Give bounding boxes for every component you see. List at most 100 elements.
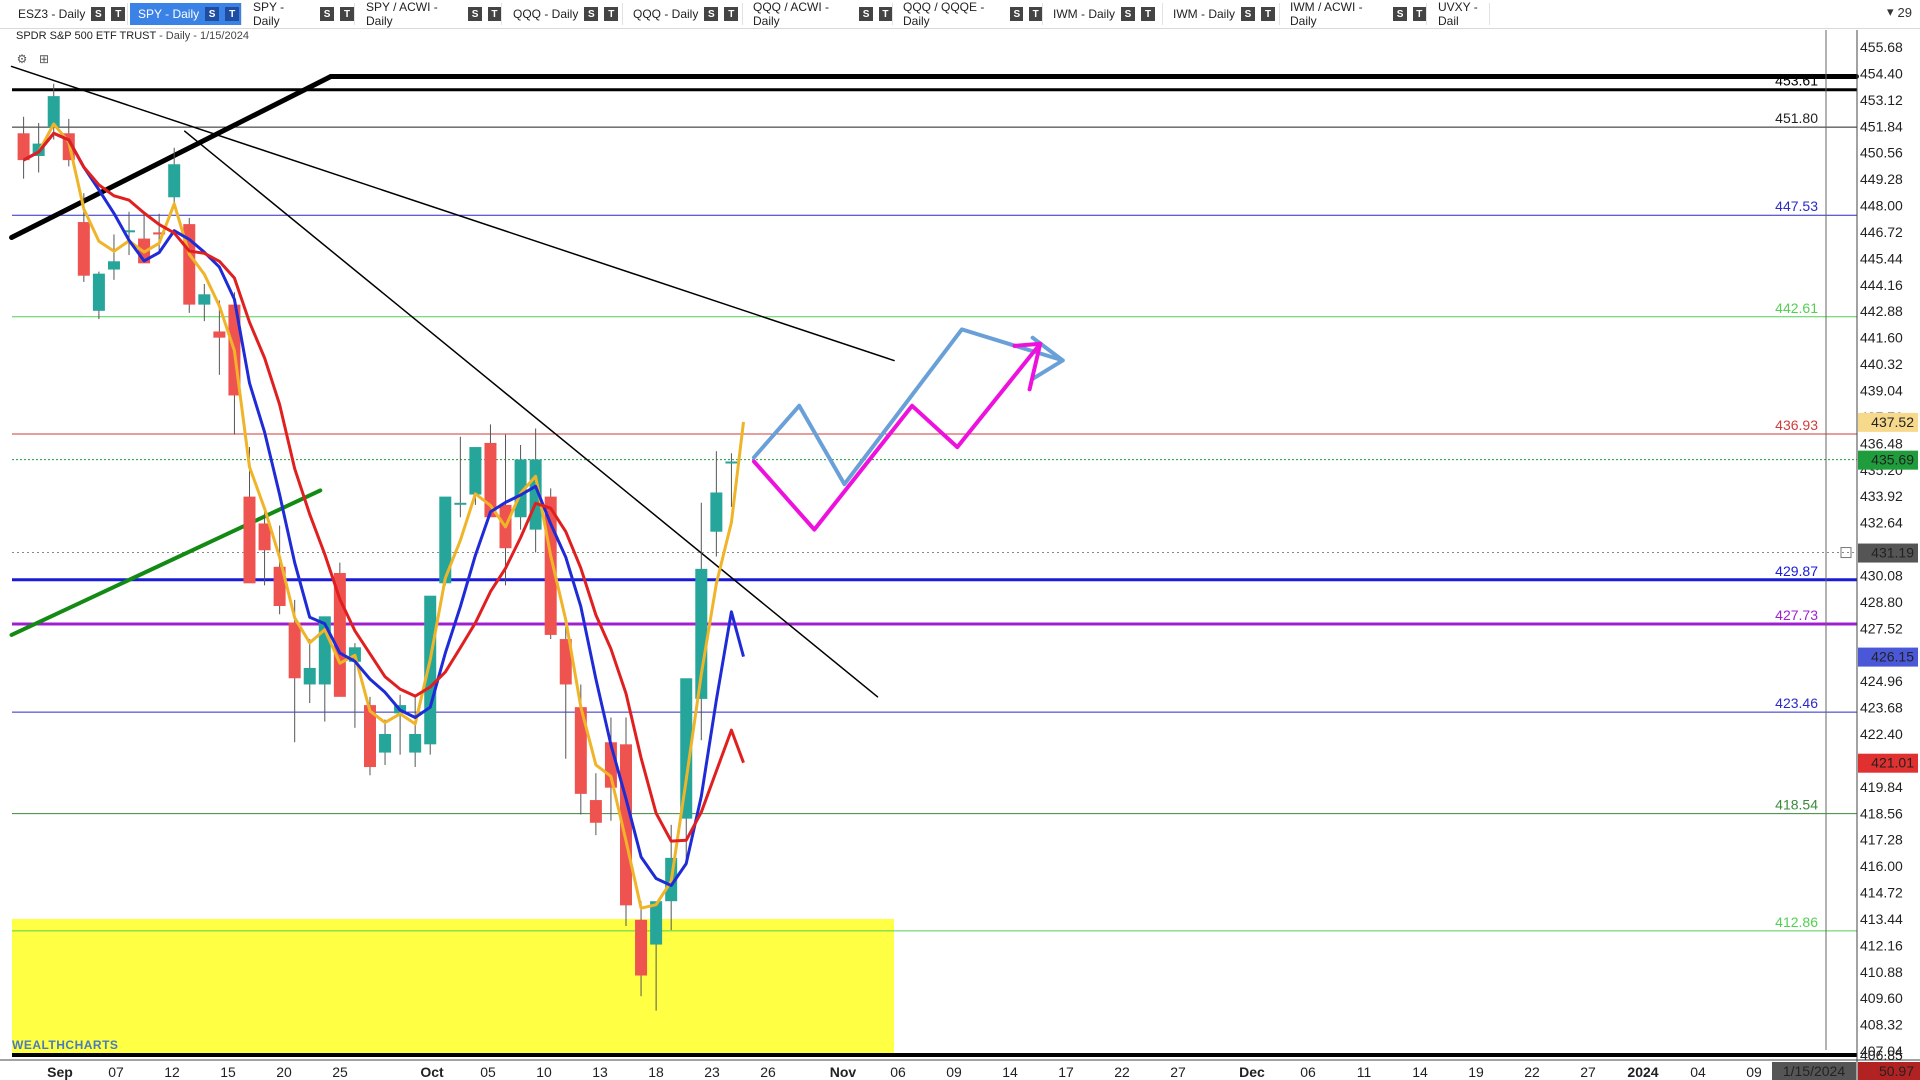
candle-body[interactable] <box>258 523 271 551</box>
wealthcharts-logo: WEALTHCHARTS <box>12 1038 119 1052</box>
price-badge-label: 431.19 <box>1871 545 1914 561</box>
date-axis-tick: 05 <box>480 1064 496 1080</box>
date-axis-tick: 27 <box>1170 1064 1186 1080</box>
candle-body[interactable] <box>47 96 60 128</box>
price-axis-tick: 433.92 <box>1860 488 1903 504</box>
price-axis-tick: 423.68 <box>1860 700 1903 716</box>
price-axis-tick: 418.56 <box>1860 805 1903 821</box>
candle-body[interactable] <box>469 447 482 495</box>
date-axis-tick: 09 <box>1746 1064 1762 1080</box>
price-axis-tick: 428.80 <box>1860 594 1903 610</box>
date-axis-tick: 04 <box>1690 1064 1706 1080</box>
price-axis-tick: 440.32 <box>1860 356 1903 372</box>
add-indicator-icon[interactable]: ⊞ <box>36 51 52 67</box>
candle-body[interactable] <box>17 133 30 161</box>
price-axis-tick: 446.72 <box>1860 224 1903 240</box>
price-axis-tick: 419.84 <box>1860 779 1903 795</box>
candle-body[interactable] <box>409 734 422 753</box>
candle-body[interactable] <box>379 734 392 753</box>
date-axis-tick: 25 <box>332 1064 348 1080</box>
price-axis-tick: 432.64 <box>1860 515 1903 531</box>
date-axis-tick: Oct <box>420 1064 444 1080</box>
candle-body[interactable] <box>243 496 256 584</box>
chart-symbol-name: SPDR S&P 500 ETF TRUST <box>16 30 156 42</box>
candle-body[interactable] <box>92 273 105 311</box>
date-axis-tick: Sep <box>47 1064 73 1080</box>
date-axis-tick: 17 <box>1058 1064 1074 1080</box>
price-badge-label: 435.69 <box>1871 452 1914 468</box>
level-label: 447.53 <box>1775 198 1818 214</box>
level-label: 442.61 <box>1775 300 1818 316</box>
price-axis-tick: 450.56 <box>1860 145 1903 161</box>
price-axis-tick: 417.28 <box>1860 832 1903 848</box>
price-axis-tick: 408.32 <box>1860 1017 1903 1033</box>
date-axis-tick: 13 <box>592 1064 608 1080</box>
date-axis-tick: 09 <box>946 1064 962 1080</box>
price-axis-tick: 412.16 <box>1860 937 1903 953</box>
date-axis-tick: 14 <box>1412 1064 1428 1080</box>
candle-body[interactable] <box>77 222 90 276</box>
settings-icon[interactable]: ⚙ <box>14 51 30 67</box>
date-axis-tick: Dec <box>1239 1064 1265 1080</box>
price-chart[interactable]: 453.61451.80447.53442.61436.93429.87427.… <box>0 0 1920 1080</box>
price-badge-label: 426.15 <box>1871 649 1914 665</box>
price-axis-tick: 449.28 <box>1860 171 1903 187</box>
price-axis-tick: 406.85 <box>1860 1047 1903 1063</box>
candle-body[interactable] <box>454 502 467 505</box>
corner-value-label: 50.97 <box>1879 1063 1914 1079</box>
date-axis-tick: 12 <box>164 1064 180 1080</box>
price-badge-label: 421.01 <box>1871 755 1914 771</box>
candle-body[interactable] <box>725 461 738 464</box>
candle-body[interactable] <box>424 595 437 745</box>
chart-title: SPDR S&P 500 ETF TRUST - Daily - 1/15/20… <box>16 30 249 42</box>
date-axis-tick: 19 <box>1468 1064 1484 1080</box>
price-axis-tick: 424.96 <box>1860 673 1903 689</box>
demand-zone <box>12 918 894 1055</box>
price-axis-tick: 441.60 <box>1860 330 1903 346</box>
date-axis-tick: 2024 <box>1627 1064 1658 1080</box>
candle-body[interactable] <box>303 667 316 685</box>
candle-body[interactable] <box>198 294 211 305</box>
date-axis-tick: 10 <box>536 1064 552 1080</box>
level-label: 423.46 <box>1775 695 1818 711</box>
price-axis-tick: 448.00 <box>1860 198 1903 214</box>
price-axis-tick: 427.52 <box>1860 620 1903 636</box>
price-axis-tick: 410.88 <box>1860 964 1903 980</box>
date-axis-tick: 26 <box>760 1064 776 1080</box>
candle-body[interactable] <box>288 622 301 679</box>
date-axis-tick: 14 <box>1002 1064 1018 1080</box>
price-axis-tick: 439.04 <box>1860 383 1903 399</box>
price-axis-tick: 422.40 <box>1860 726 1903 742</box>
candle-body[interactable] <box>168 164 181 198</box>
candle-body[interactable] <box>107 261 120 270</box>
price-axis-tick: 454.40 <box>1860 65 1903 81</box>
price-axis-tick: 430.08 <box>1860 567 1903 583</box>
candle-body[interactable] <box>635 919 648 976</box>
price-axis-tick: 414.72 <box>1860 885 1903 901</box>
candle-body[interactable] <box>333 572 346 697</box>
price-axis-tick: 413.44 <box>1860 911 1903 927</box>
candle-body[interactable] <box>589 800 602 823</box>
price-axis-tick: 445.44 <box>1860 250 1903 266</box>
price-axis-tick: 455.68 <box>1860 39 1903 55</box>
level-label: 412.86 <box>1775 914 1818 930</box>
candle-body[interactable] <box>710 492 723 532</box>
price-axis-tick: 451.84 <box>1860 118 1903 134</box>
date-axis-tick: 23 <box>704 1064 720 1080</box>
chart-tools: ⚙ ⊞ <box>14 51 52 67</box>
date-axis-tick: 07 <box>108 1064 124 1080</box>
price-axis-tick: 444.16 <box>1860 277 1903 293</box>
date-axis-tick: 06 <box>1300 1064 1316 1080</box>
price-axis-tick: 416.00 <box>1860 858 1903 874</box>
date-axis-tick: 20 <box>276 1064 292 1080</box>
date-axis-tick: 15 <box>220 1064 236 1080</box>
level-label: 427.73 <box>1775 607 1818 623</box>
price-badge-label: 437.52 <box>1871 414 1914 430</box>
candle-body[interactable] <box>650 901 663 945</box>
price-axis-tick: 409.60 <box>1860 990 1903 1006</box>
level-label: 429.87 <box>1775 563 1818 579</box>
date-axis-tick: 22 <box>1524 1064 1540 1080</box>
date-axis-tick: 18 <box>648 1064 664 1080</box>
candle-body[interactable] <box>213 331 226 338</box>
price-axis-tick: 453.12 <box>1860 92 1903 108</box>
